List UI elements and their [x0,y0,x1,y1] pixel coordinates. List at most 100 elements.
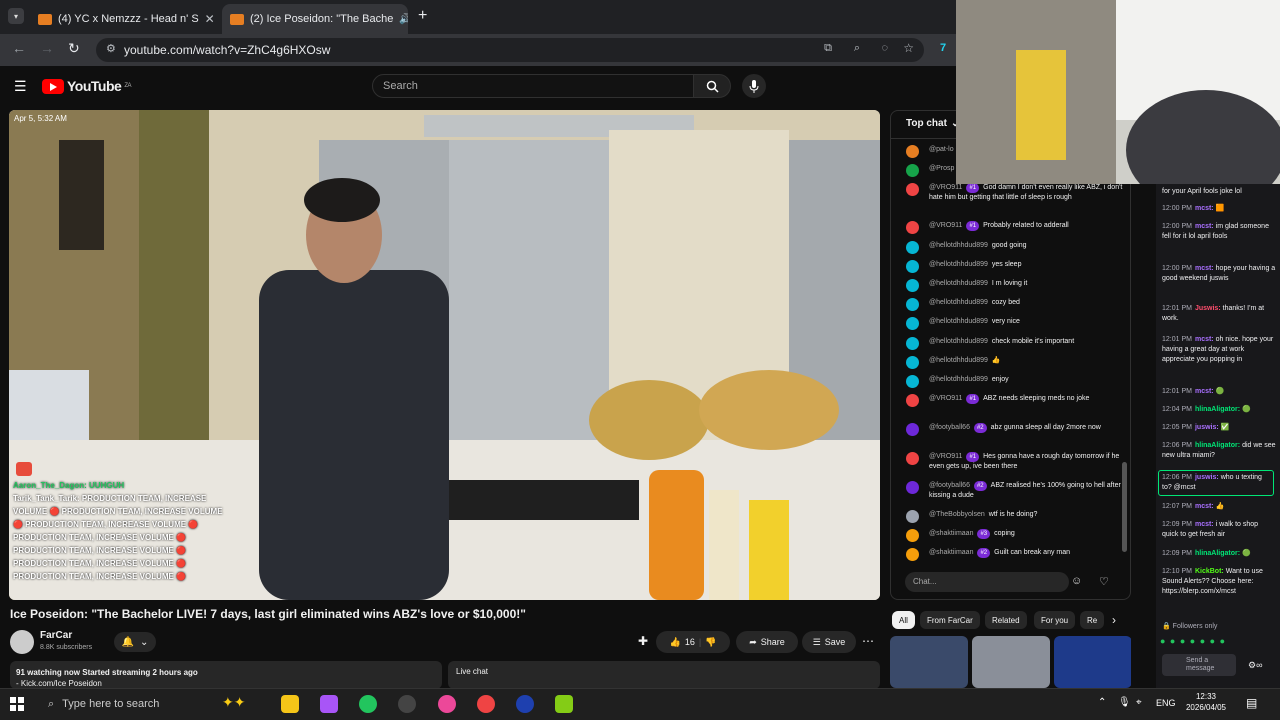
chip-recent[interactable]: Re [1080,611,1105,629]
twitch-user[interactable]: hlinaAligator: [1195,550,1240,557]
chat-mode-selector[interactable]: Top chat ⌄ [906,118,959,129]
search-input[interactable]: Search [372,74,694,98]
chat-author[interactable]: @footyball66 [929,424,970,431]
chevron-up-icon[interactable]: ⌃ [1098,697,1106,708]
twitch-user[interactable]: Juswis: [1195,305,1221,312]
video-thumbnail[interactable] [890,636,968,688]
taskbar-clock[interactable]: 12:33 2026/04/05 [1178,691,1234,713]
chat-input[interactable]: Chat... [905,572,1069,592]
language-indicator[interactable]: ENG [1156,698,1176,708]
like-dislike-group[interactable]: 👍 16 | 👎 [656,631,730,653]
menu-icon[interactable]: ☰ [14,78,27,95]
app-icon[interactable] [320,695,338,713]
close-icon[interactable]: ✕ [205,12,215,26]
search-button[interactable] [693,74,731,98]
description-box[interactable]: 91 watching now Started streaming 2 hour… [10,661,442,689]
chat-author[interactable]: @hellotdhhdud899 [929,338,988,345]
more-actions-icon[interactable]: ⋯ [862,634,874,648]
twitch-user[interactable]: mcst: [1195,388,1214,395]
chat-author[interactable]: @hellotdhhdud899 [929,299,988,306]
twitch-user[interactable]: hlinaAligator: [1195,406,1240,413]
eye-off-icon[interactable]: ◌ [881,42,888,54]
twitch-send-message-input[interactable]: Send a message [1162,654,1236,676]
notification-bell-button[interactable]: 🔔 ⌄ [114,632,156,652]
tab-yc-nemzzz[interactable]: (4) YC x Nemzzz - Head n' S ✕ [30,4,218,34]
taskbar-search[interactable]: ⌕ Type here to search [40,692,250,716]
twitch-user[interactable]: juswis: [1195,424,1219,431]
chat-toggle-icon[interactable]: ✚ [638,634,648,648]
chip-for-you[interactable]: For you [1034,611,1076,629]
reload-icon[interactable]: ↻ [68,40,80,57]
chat-author[interactable]: @footyball66 [929,482,970,489]
chat-author[interactable]: @hellotdhhdud899 [929,280,988,287]
twitch-user[interactable]: KickBot: [1195,568,1224,575]
youtube-logo[interactable]: YouTube ZA [42,78,131,94]
chat-author[interactable]: @hellotdhhdud899 [929,376,988,383]
notifications-icon[interactable]: ▤ [1246,696,1257,710]
twitch-user[interactable]: mcst: [1195,503,1214,510]
save-button[interactable]: ☰ Save [802,631,856,653]
chat-author[interactable]: @hellotdhhdud899 [929,357,988,364]
video-thumbnail[interactable] [972,636,1050,688]
speaker-icon[interactable]: 🔊 [399,14,408,25]
twitch-user[interactable]: juswis: [1195,474,1219,481]
chevron-right-icon[interactable]: › [1112,613,1116,627]
emoji-icon[interactable]: ☺ [1071,575,1082,587]
chat-author[interactable]: @Prosp [929,165,954,172]
app-icon[interactable] [438,695,456,713]
chip-all[interactable]: All [892,611,915,629]
minecraft-icon[interactable] [555,695,573,713]
site-info-icon[interactable]: ⚙ [106,42,116,55]
zoom-icon[interactable]: ⌕ [854,42,860,55]
video-thumbnail[interactable] [1054,636,1132,688]
twitch-user[interactable]: mcst: [1195,205,1214,212]
chrome-icon[interactable] [477,695,495,713]
steam-icon[interactable] [516,695,534,713]
forward-icon[interactable]: → [40,40,54,56]
chat-author[interactable]: @hellotdhhdud899 [929,242,988,249]
chat-author[interactable]: @shaktiimaan [929,530,973,537]
chat-author[interactable]: @hellotdhhdud899 [929,261,988,268]
chat-author[interactable]: @shaktiimaan [929,549,973,556]
chat-author[interactable]: @TheBobbyolsen [929,511,985,518]
thumbs-up-icon[interactable]: 👍 [670,637,681,648]
chat-author[interactable]: @VRO911 [929,395,962,402]
back-icon[interactable]: ← [12,40,26,56]
microphone-icon[interactable]: 🎙 [1118,697,1131,708]
install-icon[interactable]: ⧉ [824,42,832,55]
thumbs-down-icon[interactable]: 👎 [705,637,716,648]
twitch-user[interactable]: mcst: [1195,223,1214,230]
tab-search-button[interactable]: ▾ [8,8,24,24]
channel-name[interactable]: FarCar [40,630,72,641]
twitch-user[interactable]: hlinaAligator: [1195,442,1240,449]
chat-author[interactable]: @pat-lo [929,146,954,153]
chat-author[interactable]: @VRO911 [929,184,962,191]
network-icon[interactable]: ⌖ [1136,697,1142,708]
twitch-user[interactable]: mcst: [1195,265,1214,272]
windows-start-icon[interactable] [10,697,24,711]
twitch-user[interactable]: mcst: [1195,521,1214,528]
extension-icon[interactable]: 7 [940,42,946,54]
bookmark-star-icon[interactable]: ☆ [903,41,914,55]
sparkle-icon[interactable]: ✦✦ [222,694,245,711]
channel-avatar[interactable] [10,630,34,654]
chip-from-farcar[interactable]: From FarCar [920,611,980,629]
twitch-user[interactable]: mcst: [1195,336,1214,343]
share-button[interactable]: ➦ Share [736,631,798,653]
emote-row[interactable]: ● ● ● ● ● ● ● [1160,636,1276,648]
settings-icon[interactable]: ⚙∞ [1248,660,1262,671]
chat-author[interactable]: @VRO911 [929,222,962,229]
chip-related[interactable]: Related [985,611,1027,629]
new-tab-icon[interactable]: + [418,7,427,25]
obs-icon[interactable] [398,695,416,713]
chat-author[interactable]: @VRO911 [929,453,962,460]
heart-icon[interactable]: ♡ [1099,575,1109,588]
voice-search-button[interactable] [742,74,766,98]
live-chat-button[interactable]: Live chat [448,661,880,689]
chat-author[interactable]: @hellotdhhdud899 [929,318,988,325]
address-bar[interactable]: ⚙ youtube.com/watch?v=ZhC4g6HXOsw ⧉ ⌕ ◌ … [96,38,924,62]
file-explorer-icon[interactable] [281,695,299,713]
chrome-icon[interactable] [359,695,377,713]
tab-ice-poseidon[interactable]: (2) Ice Poseidon: "The Bache 🔊 ✕ [222,4,408,34]
chat-scrollbar[interactable] [1122,462,1127,552]
